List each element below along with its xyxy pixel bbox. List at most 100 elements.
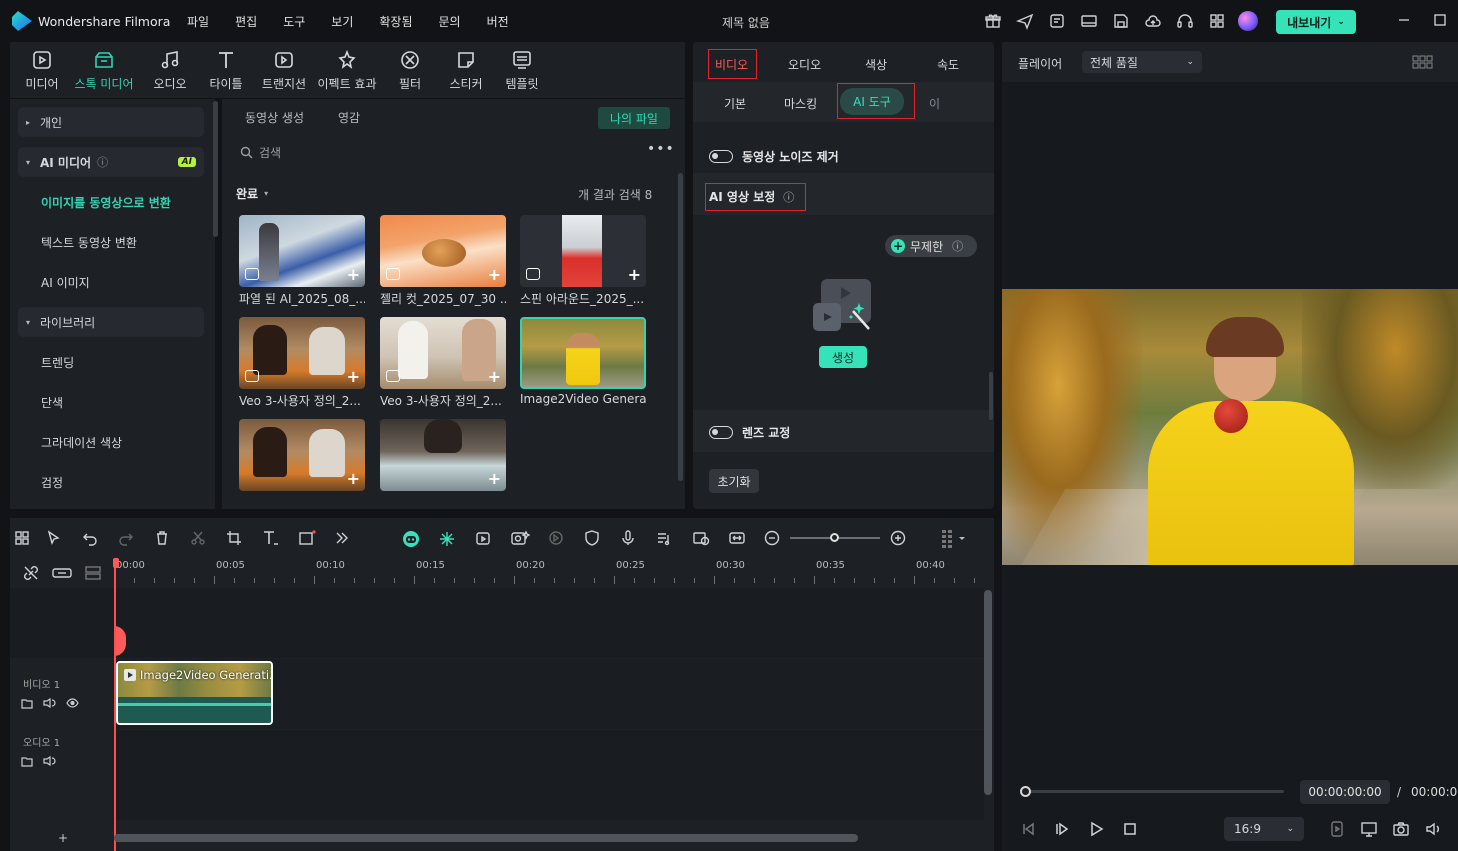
text-tool-icon[interactable] (262, 530, 280, 546)
ai-sparkle-icon[interactable] (438, 530, 456, 548)
apps-grid-icon[interactable] (1208, 12, 1226, 30)
delete-icon[interactable] (154, 530, 170, 546)
display-icon[interactable] (1360, 820, 1378, 838)
media-thumb-6-selected[interactable] (520, 317, 646, 389)
tab-titles[interactable]: 타이틀 (198, 42, 254, 98)
search-input[interactable]: 검색 (259, 144, 281, 161)
volume-icon[interactable] (1424, 820, 1442, 838)
sidebar-item-personal[interactable]: ▸ 개인 (18, 107, 204, 137)
audio-track[interactable] (10, 730, 984, 820)
sidebar-item-ai-image[interactable]: AI 이미지 (18, 267, 204, 297)
ai-video-icon[interactable] (510, 530, 530, 546)
minimize-icon[interactable] (1398, 14, 1410, 26)
video-clip[interactable]: Image2Video Generati... (116, 661, 273, 725)
layout-grid-icon[interactable] (14, 530, 30, 546)
sidebar-item-gradient[interactable]: 그라데이션 색상 (18, 427, 204, 457)
maximize-icon[interactable] (1434, 14, 1446, 26)
props-scrollbar[interactable] (989, 372, 993, 420)
menu-tools[interactable]: 도구 (283, 13, 305, 30)
cloud-upload-icon[interactable] (1144, 12, 1162, 30)
media-thumb-2[interactable]: + (380, 215, 506, 287)
sidebar-item-solid[interactable]: 단색 (18, 387, 204, 417)
undo-icon[interactable] (82, 530, 98, 546)
media-thumb-3[interactable]: + (520, 215, 646, 287)
sidebar-scrollbar[interactable] (213, 101, 218, 237)
add-icon[interactable]: + (347, 469, 360, 488)
my-files-button[interactable]: 나의 파일 (598, 107, 670, 129)
snapshot-camera-icon[interactable] (1392, 820, 1410, 838)
denoise-toggle[interactable] (709, 150, 733, 163)
folder-lock-icon[interactable] (21, 697, 33, 709)
content-scrollbar[interactable] (678, 173, 683, 481)
subtab-video-generate[interactable]: 동영상 생성 (245, 109, 304, 126)
tab-templates[interactable]: 템플릿 (494, 42, 550, 98)
empty-track-area[interactable] (10, 588, 984, 658)
ai-clip-icon[interactable] (474, 530, 492, 546)
preview-video[interactable] (1002, 289, 1458, 565)
sidebar-item-ai-media[interactable]: ▾ AI 미디어 ⓘ AI (18, 147, 204, 177)
media-thumb-8[interactable]: + (380, 419, 506, 491)
microphone-icon[interactable] (620, 530, 636, 546)
media-thumb-7[interactable]: + (239, 419, 365, 491)
timeline-ruler[interactable]: 00:00 00:05 00:10 00:15 00:20 00:25 00:30 00:35… (114, 560, 994, 588)
add-icon[interactable]: + (347, 367, 360, 386)
grid-view-icon[interactable] (1412, 55, 1434, 69)
audio-mix-icon[interactable] (656, 530, 672, 546)
tab-filters[interactable]: 필터 (382, 42, 438, 98)
cut-scissors-icon[interactable] (190, 530, 206, 546)
reset-button[interactable]: 초기화 (709, 469, 759, 493)
menu-help[interactable]: 문의 (439, 13, 461, 30)
auto-sync-icon[interactable] (692, 530, 710, 546)
user-avatar[interactable] (1238, 11, 1258, 31)
tab-stock-media[interactable]: 스톡 미디어 (74, 42, 134, 98)
menu-extensions[interactable]: 확장됨 (379, 13, 412, 30)
sidebar-item-library[interactable]: ▾ 라이브러리 (18, 307, 204, 337)
menu-file[interactable]: 파일 (187, 13, 209, 30)
add-icon[interactable]: + (488, 367, 501, 386)
tab-audio[interactable]: 오디오 (788, 56, 821, 73)
notes-icon[interactable] (1048, 12, 1066, 30)
timeline-v-scrollbar[interactable] (984, 590, 992, 795)
save-icon[interactable] (1112, 12, 1130, 30)
quality-dropdown[interactable]: 전체 품질 ⌄ (1082, 51, 1202, 73)
tab-media[interactable]: 미디어 (14, 42, 70, 98)
step-forward-icon[interactable] (1054, 821, 1070, 837)
subtab-basic[interactable]: 기본 (724, 95, 746, 112)
media-thumb-5[interactable]: + (380, 317, 506, 389)
play-icon[interactable] (1088, 821, 1104, 837)
tab-color[interactable]: 색상 (865, 56, 887, 73)
help-icon[interactable]: ⓘ (97, 154, 108, 170)
search-bar[interactable]: 검색 (240, 144, 281, 161)
media-thumb-4[interactable]: + (239, 317, 365, 389)
tab-effects[interactable]: 이펙트 효과 (312, 42, 382, 98)
gift-icon[interactable] (984, 12, 1002, 30)
help-icon[interactable]: ⓘ (952, 238, 963, 254)
filter-done-dropdown[interactable]: 완료 ▾ (236, 185, 268, 202)
current-time[interactable]: 00:00:00:00 (1300, 780, 1390, 804)
more-tools-icon[interactable] (334, 530, 350, 546)
headset-icon[interactable] (1176, 12, 1194, 30)
lens-toggle[interactable] (709, 426, 733, 439)
track-manager-icon[interactable] (84, 565, 102, 581)
link-track-icon[interactable] (52, 565, 72, 581)
eye-icon[interactable] (66, 697, 79, 709)
stop-icon[interactable] (1122, 821, 1138, 837)
sidebar-item-text2video[interactable]: 텍스트 동영상 변환 (18, 227, 204, 257)
sidebar-item-img2video[interactable]: 이미지를 동영상으로 변환 (18, 187, 204, 217)
track-layout-icon[interactable] (942, 530, 966, 548)
add-icon[interactable]: + (488, 469, 501, 488)
crop-icon[interactable] (226, 530, 242, 546)
zoom-slider-handle[interactable] (830, 533, 839, 542)
speed-ramp-icon[interactable] (548, 530, 564, 546)
add-track-button[interactable]: + (58, 831, 68, 845)
tab-stickers[interactable]: 스티커 (438, 42, 494, 98)
menu-version[interactable]: 버전 (487, 13, 509, 30)
sidebar-item-trending[interactable]: 트렌딩 (18, 347, 204, 377)
shield-icon[interactable] (584, 530, 600, 546)
zoom-out-icon[interactable] (764, 530, 780, 546)
menu-view[interactable]: 보기 (331, 13, 353, 30)
speaker-icon[interactable] (43, 697, 56, 709)
speaker-icon[interactable] (43, 755, 56, 767)
export-button[interactable]: 내보내기 ⌄ (1276, 10, 1356, 34)
media-thumb-1[interactable]: + (239, 215, 365, 287)
